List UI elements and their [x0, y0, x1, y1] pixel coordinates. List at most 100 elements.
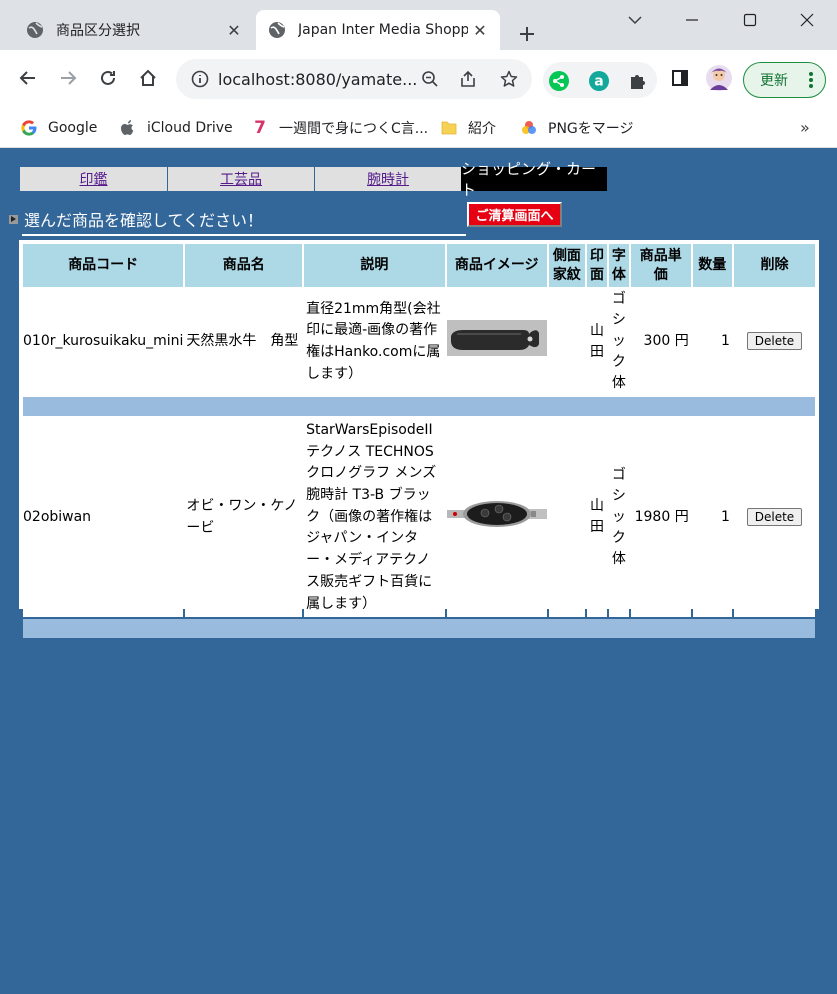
- row-separator: [23, 397, 815, 416]
- header-qty: 数量: [692, 244, 732, 287]
- delete-button[interactable]: Delete: [746, 507, 803, 526]
- tab-title: Japan Inter Media Shopp: [298, 22, 468, 38]
- cart-table-container: 商品コード 商品名 説明 商品イメージ 側面家紋 印面 字体 商品単価 数量 削…: [19, 240, 819, 639]
- minimize-icon[interactable]: [678, 6, 706, 34]
- tab-category-select[interactable]: 商品区分選択 ✕: [14, 10, 254, 50]
- menu-dots-icon[interactable]: [809, 71, 813, 93]
- seal-text: 山田: [589, 498, 604, 536]
- google-icon: [20, 119, 38, 137]
- cell-price: 300 円: [630, 289, 691, 395]
- cell-name: オビ・ワン・ケノービ: [185, 418, 303, 618]
- cell-qty: 1: [692, 289, 732, 395]
- cell-name: 天然黒水牛 角型: [185, 289, 303, 395]
- bookmark-label: PNGをマージ: [548, 121, 634, 137]
- bookmark-label: iCloud Drive: [147, 120, 233, 136]
- row-separator: [23, 619, 815, 639]
- update-button[interactable]: 更新: [743, 62, 826, 98]
- bookmark-star-icon[interactable]: [497, 67, 521, 91]
- cell-side-crest: [548, 289, 586, 395]
- nav-link-crafts[interactable]: 工芸品: [167, 167, 314, 191]
- bookmarks-more-icon[interactable]: »: [800, 118, 810, 137]
- tab-search-chevron-icon[interactable]: [621, 6, 649, 34]
- table-row: 010r_kurosuikaku_mini 天然黒水牛 角型 直径21mm角型(…: [23, 289, 815, 395]
- tab-strip: 商品区分選択 ✕ Japan Inter Media Shopp ✕: [0, 0, 837, 50]
- header-price: 商品単価: [630, 244, 691, 287]
- cell-desc: 直径21mm角型(会社印に最適-画像の著作権はHanko.comに属します）: [304, 289, 445, 395]
- zoom-icon[interactable]: [418, 67, 442, 91]
- bookmarks-bar: Google iCloud Drive 7 一週間で身につくC言... 紹介 P…: [0, 108, 837, 148]
- url-text: localhost:8080/yamate...: [218, 70, 418, 89]
- globe-icon: [26, 21, 44, 39]
- nav-shopping-cart: ショッピング・カート: [461, 160, 607, 199]
- bookmark-label: 紹介: [468, 121, 496, 137]
- png-merge-icon: [520, 119, 538, 137]
- delete-button[interactable]: Delete: [746, 332, 803, 351]
- home-icon[interactable]: [134, 64, 162, 92]
- font-text: ゴシック体: [611, 466, 626, 567]
- close-tab-icon[interactable]: ✕: [222, 18, 246, 42]
- divider: [22, 234, 466, 236]
- forward-arrow-icon[interactable]: [54, 64, 82, 92]
- update-label: 更新: [760, 73, 788, 89]
- watch-product-image: [446, 495, 547, 532]
- cell-font: ゴシック体: [608, 418, 629, 618]
- folder-icon: [440, 119, 458, 137]
- bullet-arrow-icon: [9, 215, 18, 224]
- puzzle-extensions-icon[interactable]: [627, 70, 649, 92]
- bookmark-introduction[interactable]: 紹介: [440, 116, 496, 140]
- category-nav: 印鑑 工芸品 腕時計 ショッピング・カート: [20, 160, 607, 199]
- seal-text: 山田: [589, 322, 604, 360]
- bookmark-google[interactable]: Google: [20, 116, 97, 140]
- amazon-assistant-icon[interactable]: a: [588, 70, 610, 92]
- cell-side-crest: [548, 418, 586, 618]
- close-tab-icon[interactable]: ✕: [468, 18, 492, 42]
- reload-icon[interactable]: [94, 64, 122, 92]
- cell-desc: StarWarsEpisodeII テクノス TECHNOS クロノグラフ メン…: [304, 418, 445, 618]
- cart-table: 商品コード 商品名 説明 商品イメージ 側面家紋 印面 字体 商品単価 数量 削…: [21, 242, 817, 640]
- header-seal-face: 印面: [587, 244, 607, 287]
- share-icon[interactable]: [456, 67, 480, 91]
- cell-code: 02obiwan: [23, 418, 184, 618]
- header-image: 商品イメージ: [446, 244, 547, 287]
- share-extension-icon[interactable]: [548, 70, 570, 92]
- apple-icon: [119, 119, 137, 137]
- cell-seal-face: 山田: [587, 289, 607, 395]
- table-header-row: 商品コード 商品名 説明 商品イメージ 側面家紋 印面 字体 商品単価 数量 削…: [23, 244, 815, 287]
- bookmark-c-lang[interactable]: 7 一週間で身につくC言...: [251, 116, 428, 140]
- tab-japan-inter-media[interactable]: Japan Inter Media Shopp ✕: [256, 10, 500, 50]
- bookmark-icloud-drive[interactable]: iCloud Drive: [119, 116, 233, 140]
- tab-title: 商品区分選択: [56, 23, 140, 39]
- address-bar[interactable]: localhost:8080/yamate...: [176, 59, 532, 99]
- back-arrow-icon[interactable]: [14, 64, 42, 92]
- cell-qty: 1: [692, 418, 732, 618]
- confirm-heading: 選んだ商品を確認してください！: [8, 205, 468, 237]
- seven-icon: 7: [254, 118, 266, 138]
- svg-text:a: a: [594, 74, 603, 90]
- font-text: ゴシック体: [611, 291, 626, 392]
- site-info-icon[interactable]: [188, 67, 212, 91]
- cell-code: 010r_kurosuikaku_mini: [23, 289, 184, 395]
- header-font: 字体: [608, 244, 629, 287]
- header-delete: 削除: [733, 244, 815, 287]
- maximize-icon[interactable]: [736, 6, 764, 34]
- cell-delete: Delete: [733, 289, 815, 395]
- cell-seal-face: 山田: [587, 418, 607, 618]
- confirm-text: 選んだ商品を確認してください！: [24, 211, 264, 230]
- nav-link-seal[interactable]: 印鑑: [20, 167, 167, 191]
- checkout-button[interactable]: ご清算画面へ: [467, 202, 562, 227]
- table-row: 02obiwan オビ・ワン・ケノービ StarWarsEpisodeII テク…: [23, 418, 815, 618]
- cell-image: [446, 289, 547, 395]
- bookmark-label: 一週間で身につくC言...: [279, 121, 429, 137]
- close-window-icon[interactable]: [793, 6, 821, 34]
- profile-avatar[interactable]: [704, 63, 734, 93]
- header-desc: 説明: [304, 244, 445, 287]
- bookmark-png-merge[interactable]: PNGをマージ: [520, 116, 633, 140]
- nav-link-watches[interactable]: 腕時計: [314, 167, 461, 191]
- cell-delete: Delete: [733, 418, 815, 618]
- cell-font: ゴシック体: [608, 289, 629, 395]
- side-panel-icon[interactable]: [666, 64, 694, 92]
- header-name: 商品名: [185, 244, 303, 287]
- cell-image: [446, 418, 547, 618]
- browser-toolbar: localhost:8080/yamate... a 更新: [0, 50, 837, 108]
- new-tab-icon[interactable]: [512, 19, 542, 49]
